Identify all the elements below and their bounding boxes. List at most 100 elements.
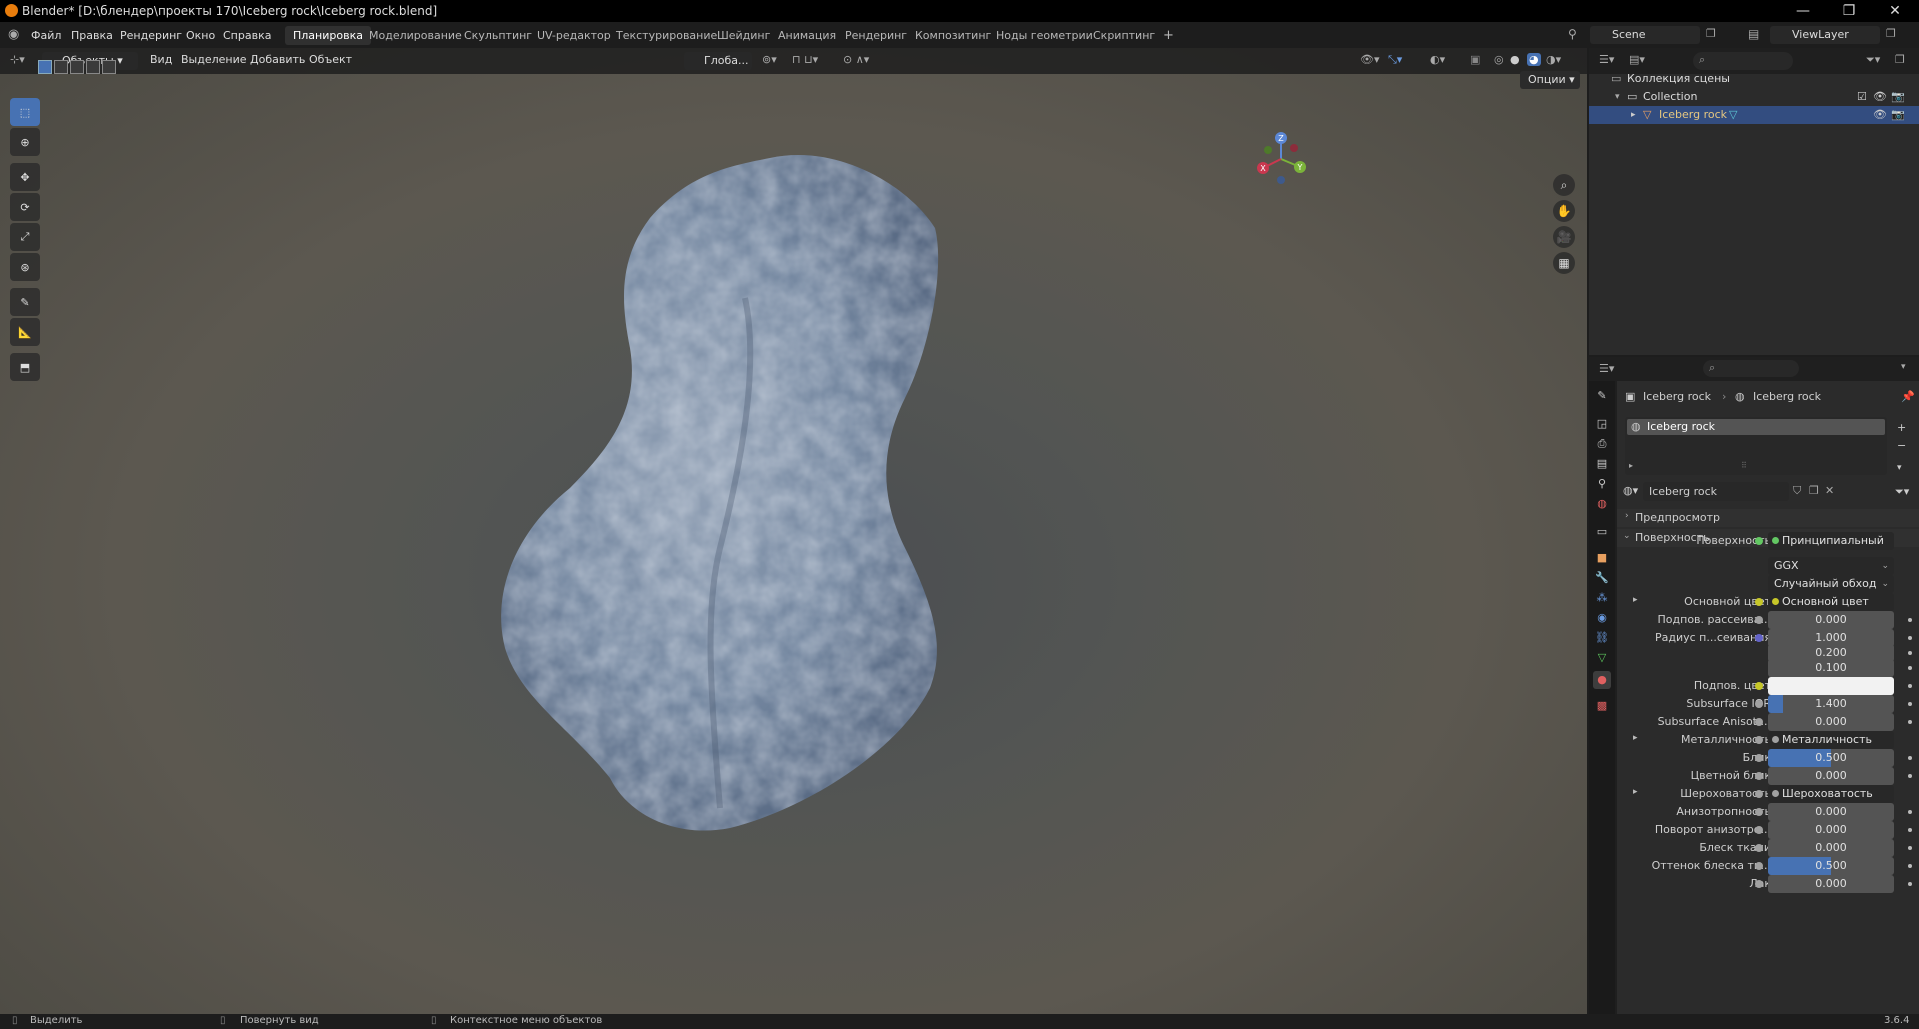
scene-tab-icon[interactable]: ⚲ (1593, 475, 1611, 493)
socket-icon[interactable] (1755, 880, 1763, 888)
maximize-button[interactable]: ❐ (1826, 0, 1872, 22)
keyframe-dot-icon[interactable] (1908, 651, 1912, 655)
perspective-toggle-icon[interactable]: ▦ (1553, 252, 1575, 274)
tab-layout[interactable]: Планировка (285, 26, 371, 45)
gizmo-neg-x[interactable] (1290, 144, 1298, 152)
number-field[interactable]: 0.000 (1768, 821, 1894, 839)
socket-icon[interactable] (1755, 598, 1763, 606)
tab-scripting[interactable]: Скриптинг (1085, 26, 1163, 45)
modifiers-tab-icon[interactable]: 🔧 (1593, 569, 1611, 587)
number-field[interactable]: 1.400 (1768, 695, 1894, 713)
outliner-row-scene-collection[interactable]: ▭ Коллекция сцены (1589, 70, 1919, 88)
socket-icon[interactable] (1755, 826, 1763, 834)
tab-sculpting[interactable]: Скульптинг (456, 26, 540, 45)
render-tab-icon[interactable]: ◲ (1593, 415, 1611, 433)
tab-compositing[interactable]: Композитинг (907, 26, 999, 45)
keyframe-dot-icon[interactable] (1908, 702, 1912, 706)
filter-icon[interactable]: ⏷▾ (1866, 53, 1880, 67)
linked-node-field[interactable]: Принципиальный BSDF (1768, 532, 1894, 550)
camera-icon[interactable]: 📷 (1891, 88, 1905, 106)
properties-search-input[interactable]: ⌕ (1703, 360, 1799, 377)
number-field[interactable]: 0.000 (1768, 875, 1894, 893)
object-tab-icon[interactable]: ■ (1593, 549, 1611, 567)
constraints-tab-icon[interactable]: ⛓ (1593, 629, 1611, 647)
socket-icon[interactable] (1755, 682, 1763, 690)
scene-selector[interactable]: Scene (1590, 26, 1700, 44)
particles-tab-icon[interactable]: ⁂ (1593, 589, 1611, 607)
new-scene-icon[interactable]: ❐ (1706, 27, 1716, 40)
expand-arrow-icon[interactable]: ▾ (1615, 88, 1620, 106)
number-field[interactable]: 0.100 (1768, 659, 1894, 677)
keyframe-dot-icon[interactable] (1908, 774, 1912, 778)
tab-uv-editing[interactable]: UV-редактор (529, 26, 619, 45)
camera-icon[interactable]: 📷 (1891, 106, 1905, 124)
tab-animation[interactable]: Анимация (770, 26, 844, 45)
blender-menu-icon[interactable]: ◉ (8, 27, 19, 42)
keyframe-dot-icon[interactable] (1908, 720, 1912, 724)
eye-icon[interactable]: 👁 (1873, 88, 1887, 106)
keyframe-dot-icon[interactable] (1908, 666, 1912, 670)
tool-tab-icon[interactable]: ✎ (1593, 387, 1611, 405)
socket-icon[interactable] (1755, 700, 1763, 708)
menu-file[interactable]: Файл (31, 29, 61, 42)
new-collection-icon[interactable]: ❐ (1895, 53, 1905, 66)
socket-icon[interactable] (1755, 718, 1763, 726)
socket-icon[interactable] (1755, 736, 1763, 744)
number-field[interactable]: 0.500 (1768, 749, 1894, 767)
keyframe-dot-icon[interactable] (1908, 618, 1912, 622)
gizmo-neg-y[interactable] (1264, 146, 1272, 154)
tab-geometry-nodes[interactable]: Ноды геометрии (988, 26, 1101, 45)
number-field[interactable]: 0.000 (1768, 803, 1894, 821)
socket-icon[interactable] (1755, 790, 1763, 798)
world-tab-icon[interactable]: ◍ (1593, 495, 1611, 513)
property-dropdown[interactable]: Случайный обход ⌄ (1768, 575, 1894, 593)
socket-icon[interactable] (1755, 772, 1763, 780)
keyframe-dot-icon[interactable] (1908, 864, 1912, 868)
properties-editor-type-icon[interactable]: ☰▾ (1599, 362, 1614, 375)
keyframe-dot-icon[interactable] (1908, 882, 1912, 886)
keyframe-dot-icon[interactable] (1908, 846, 1912, 850)
add-workspace-button[interactable]: + (1155, 26, 1182, 45)
number-field[interactable]: 0.500 (1768, 857, 1894, 875)
collection-tab-icon[interactable]: ▭ (1593, 523, 1611, 541)
outliner-row-collection[interactable]: ▾ ▭ Collection ☑ 👁 📷 (1589, 88, 1919, 106)
number-field[interactable]: 0.000 (1768, 767, 1894, 785)
expand-arrow-icon[interactable]: ▸ (1633, 733, 1638, 743)
expand-arrow-icon[interactable]: ▸ (1631, 106, 1636, 124)
tab-shading[interactable]: Шейдинг (709, 26, 778, 45)
material-tab-icon[interactable]: ● (1593, 671, 1611, 689)
number-field[interactable]: 0.000 (1768, 611, 1894, 629)
socket-icon[interactable] (1755, 537, 1763, 545)
keyframe-dot-icon[interactable] (1908, 756, 1912, 760)
pan-hand-icon[interactable]: ✋ (1553, 200, 1575, 222)
expand-arrow-icon[interactable]: ▸ (1633, 595, 1638, 605)
output-tab-icon[interactable]: ⎙ (1593, 435, 1611, 453)
socket-icon[interactable] (1755, 616, 1763, 624)
tab-modeling[interactable]: Моделирование (361, 26, 470, 45)
keyframe-dot-icon[interactable] (1908, 828, 1912, 832)
view-layer-selector[interactable]: ViewLayer (1770, 26, 1880, 44)
socket-icon[interactable] (1755, 634, 1763, 642)
keyframe-dot-icon[interactable] (1908, 684, 1912, 688)
tab-rendering[interactable]: Рендеринг (837, 26, 915, 45)
menu-help[interactable]: Справка (223, 29, 271, 42)
zoom-icon[interactable]: ⌕ (1553, 174, 1575, 196)
checkbox-icon[interactable]: ☑ (1857, 88, 1867, 106)
3d-viewport[interactable]: ⊹▾ Объекты ▾ Вид Выделение Добавить Объе… (0, 48, 1587, 1014)
texture-tab-icon[interactable]: ▩ (1593, 697, 1611, 715)
menu-edit[interactable]: Правка (71, 29, 113, 42)
outliner-search-input[interactable]: ⌕ (1693, 52, 1793, 70)
number-field[interactable]: 0.000 (1768, 713, 1894, 731)
minimize-button[interactable]: — (1780, 0, 1826, 22)
physics-tab-icon[interactable]: ◉ (1593, 609, 1611, 627)
new-view-layer-icon[interactable]: ❐ (1886, 27, 1896, 40)
eye-icon[interactable]: 👁 (1873, 106, 1887, 124)
number-field[interactable]: 0.000 (1768, 839, 1894, 857)
properties-options-icon[interactable]: ▾ (1901, 362, 1906, 372)
view-layer-tab-icon[interactable]: ▤ (1593, 455, 1611, 473)
socket-icon[interactable] (1755, 844, 1763, 852)
keyframe-dot-icon[interactable] (1908, 810, 1912, 814)
socket-icon[interactable] (1755, 754, 1763, 762)
socket-icon[interactable] (1755, 862, 1763, 870)
property-dropdown[interactable]: GGX ⌄ (1768, 557, 1894, 575)
